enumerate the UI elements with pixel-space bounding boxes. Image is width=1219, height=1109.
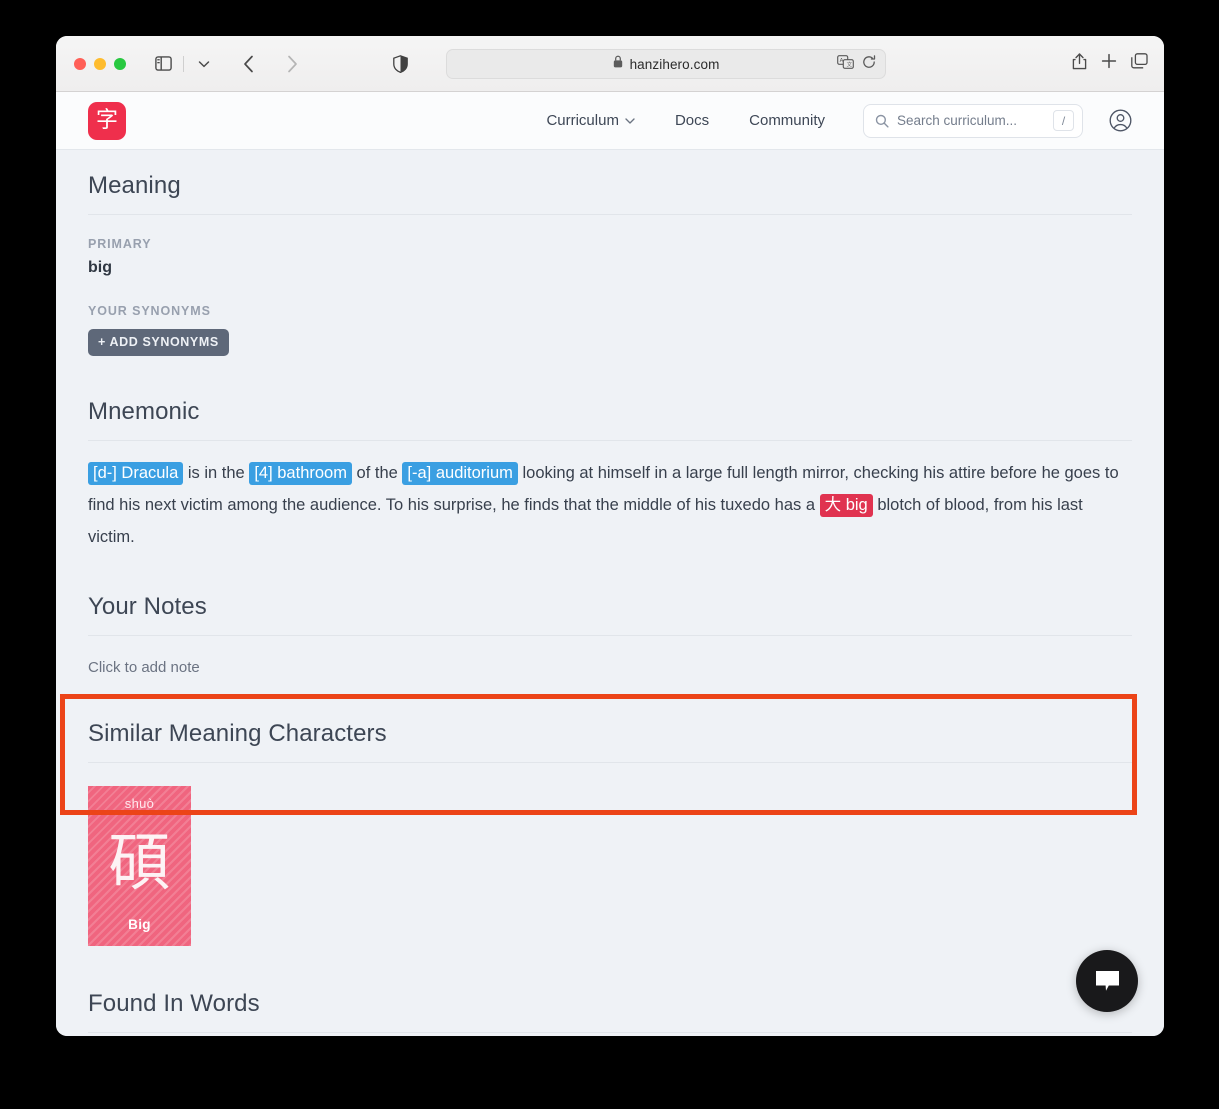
- section-divider: [88, 214, 1132, 215]
- back-arrow-icon[interactable]: [233, 50, 263, 78]
- section-divider: [88, 635, 1132, 636]
- forward-arrow-icon[interactable]: [277, 50, 307, 78]
- browser-toolbar: hanzihero.com A 文: [56, 36, 1164, 92]
- translate-icon[interactable]: A 文: [837, 54, 854, 74]
- meaning-heading: Meaning: [88, 172, 181, 199]
- browser-window: hanzihero.com A 文 字 Curriculum Docs Comm…: [56, 36, 1164, 1036]
- page-content: Meaning PRIMARY big YOUR SYNONYMS + ADD …: [56, 150, 1164, 1036]
- account-circle-icon[interactable]: [1109, 109, 1132, 132]
- chevron-down-icon: [625, 117, 635, 124]
- svg-text:A: A: [840, 58, 844, 64]
- mnemonic-text: [d-] Dracula is in the [4] bathroom of t…: [88, 457, 1132, 553]
- nav-item-docs[interactable]: Docs: [665, 106, 719, 135]
- close-window-button[interactable]: [74, 57, 86, 70]
- address-bar[interactable]: hanzihero.com A 文: [446, 49, 886, 79]
- lock-icon: [613, 55, 623, 73]
- section-your-notes: Your Notes Click to add note: [88, 553, 1132, 676]
- primary-meaning-value: big: [88, 259, 112, 276]
- mnemonic-highlight-character: 大 big: [819, 494, 873, 517]
- reload-icon[interactable]: [862, 54, 876, 74]
- search-icon: [875, 114, 889, 128]
- section-divider: [88, 762, 1132, 763]
- browser-nav-controls: [148, 50, 307, 78]
- synonyms-label: YOUR SYNONYMS: [88, 304, 211, 318]
- maximize-window-button[interactable]: [114, 57, 126, 70]
- section-divider: [88, 1032, 1132, 1033]
- mnemonic-hanzi: 大: [824, 495, 842, 514]
- sidebar-toggle-icon[interactable]: [148, 50, 178, 78]
- section-meaning: Meaning PRIMARY big YOUR SYNONYMS + ADD …: [88, 150, 1132, 356]
- add-note-placeholder[interactable]: Click to add note: [88, 659, 1132, 676]
- chat-bubble-button[interactable]: [1076, 950, 1138, 1012]
- mnemonic-heading: Mnemonic: [88, 398, 200, 425]
- site-header: 字 Curriculum Docs Community Search curri…: [56, 92, 1164, 150]
- mnemonic-highlight-auditorium: [-a] auditorium: [402, 462, 518, 485]
- address-bar-actions: A 文: [837, 50, 876, 78]
- plus-icon[interactable]: [1101, 53, 1117, 74]
- main-nav: Curriculum Docs Community Search curricu…: [536, 103, 1132, 138]
- similar-meaning-heading: Similar Meaning Characters: [88, 720, 387, 747]
- screenshot-root: hanzihero.com A 文 字 Curriculum Docs Comm…: [0, 0, 1219, 1109]
- minimize-window-button[interactable]: [94, 57, 106, 70]
- privacy-shield-icon[interactable]: [385, 50, 415, 78]
- search-placeholder-text: Search curriculum...: [897, 113, 1018, 128]
- section-divider: [88, 440, 1132, 441]
- toolbar-divider: [183, 55, 184, 72]
- nav-item-docs-label: Docs: [674, 112, 710, 129]
- character-card-hanzi: 碩: [108, 826, 171, 899]
- nav-item-curriculum-label: Curriculum: [546, 112, 619, 129]
- primary-meaning-block: PRIMARY big: [88, 237, 1132, 277]
- add-synonyms-button[interactable]: + ADD SYNONYMS: [88, 329, 229, 356]
- chat-bubble-icon: [1095, 970, 1119, 991]
- character-card[interactable]: shuò 碩 Big: [88, 786, 191, 946]
- nav-item-community-label: Community: [749, 112, 825, 129]
- mnemonic-highlight-dracula: [d-] Dracula: [88, 462, 184, 485]
- browser-toolbar-actions: [1072, 36, 1148, 91]
- nav-item-community[interactable]: Community: [739, 106, 835, 135]
- svg-text:文: 文: [847, 60, 853, 68]
- content-container: Meaning PRIMARY big YOUR SYNONYMS + ADD …: [56, 150, 1164, 1036]
- window-traffic-lights: [74, 57, 126, 70]
- share-icon[interactable]: [1072, 52, 1087, 75]
- mnemonic-highlight-bathroom: [4] bathroom: [249, 462, 352, 485]
- character-card-meaning: Big: [128, 917, 151, 932]
- section-similar-meaning-characters: Similar Meaning Characters shuò 碩 Big: [88, 676, 1132, 946]
- your-notes-heading: Your Notes: [88, 593, 207, 620]
- synonyms-block: YOUR SYNONYMS + ADD SYNONYMS: [88, 304, 1132, 356]
- mnemonic-text-segment: of the: [351, 464, 403, 482]
- tab-overview-icon[interactable]: [1131, 53, 1148, 74]
- section-mnemonic: Mnemonic [d-] Dracula is in the [4] bath…: [88, 356, 1132, 553]
- character-card-pinyin: shuò: [124, 796, 155, 811]
- mnemonic-hanzi-gloss: big: [845, 496, 868, 514]
- search-shortcut-key: /: [1053, 110, 1074, 131]
- nav-item-curriculum[interactable]: Curriculum: [536, 106, 645, 135]
- chevron-down-icon[interactable]: [189, 50, 219, 78]
- address-bar-content: hanzihero.com: [613, 55, 720, 73]
- primary-label: PRIMARY: [88, 237, 152, 251]
- site-logo[interactable]: 字: [88, 101, 126, 140]
- url-text: hanzihero.com: [629, 56, 720, 72]
- mnemonic-text-segment: is in the: [183, 464, 250, 482]
- search-input[interactable]: Search curriculum... /: [863, 103, 1083, 138]
- found-in-words-heading: Found In Words: [88, 990, 260, 1017]
- similar-character-list: shuò 碩 Big: [88, 786, 1132, 946]
- section-found-in-words: Found In Words: [88, 946, 1132, 1036]
